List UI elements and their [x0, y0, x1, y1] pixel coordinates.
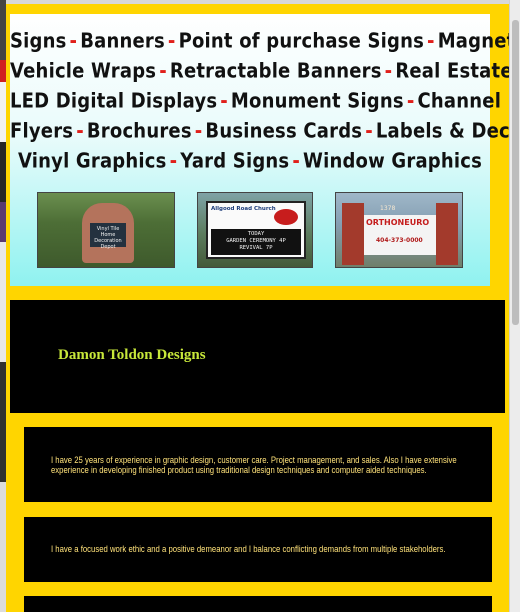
- service-item: Retractable Banners: [169, 59, 382, 84]
- service-item: Point of purchase Signs: [178, 29, 425, 54]
- separator-dash: -: [167, 29, 176, 54]
- service-item: Signs: [10, 29, 67, 54]
- separator-dash: -: [76, 119, 84, 144]
- services-line: Flyers - Brochures - Business Cards - Labels &…: [10, 119, 509, 144]
- monument-sign-photo: Vinyl Tile Home Decoration Depot: [37, 192, 175, 268]
- separator-dash: -: [159, 59, 167, 84]
- vertical-scrollbar[interactable]: [509, 0, 520, 612]
- service-item: Brochures: [86, 119, 192, 144]
- services-banner: Signs - Banners - Point of purchase Signs - Ma…: [10, 14, 509, 286]
- separator-dash: -: [406, 89, 415, 114]
- orthoneuro-sign-photo: 1378 ORTHONEURO 404-373-0000: [335, 192, 463, 268]
- about-box-2: I have a focused work ethic and a positi…: [24, 517, 492, 582]
- church-logo-badge: [274, 209, 298, 225]
- about-paragraph: I have 25 years of experience in graphic…: [51, 455, 457, 475]
- separator-dash: -: [220, 89, 228, 114]
- web-page: Signs - Banners - Point of purchase Signs - Ma…: [6, 0, 509, 612]
- church-sign-board: Allgood Road Church TODAY GARDEN CEREMON…: [206, 201, 306, 259]
- service-item: Business Cards: [205, 119, 363, 144]
- services-line: LED Digital Displays - Monument Signs - Chan…: [10, 89, 509, 114]
- about-box-3: [24, 596, 492, 612]
- service-item: Banners: [80, 29, 165, 54]
- services-line: Signs - Banners - Point of purchase Signs - Ma…: [10, 29, 509, 54]
- separator-dash: -: [427, 29, 435, 54]
- site-title: Damon Toldon Designs: [58, 347, 206, 363]
- top-strip: [6, 0, 509, 4]
- service-item: Flyers: [10, 119, 74, 144]
- services-line: Vehicle Wraps - Retractable Banners - Real E…: [10, 59, 509, 84]
- about-paragraph: I have a focused work ethic and a positi…: [51, 544, 446, 554]
- service-item: Window Graphics: [303, 149, 483, 174]
- service-item: Yard Signs: [180, 149, 290, 174]
- service-item: Magnetics: [437, 29, 509, 54]
- separator-dash: -: [169, 149, 178, 174]
- service-item: Channel Letters: [417, 89, 510, 114]
- scrollbar-thumb[interactable]: [512, 20, 519, 325]
- separator-dash: -: [69, 29, 78, 54]
- separator-dash: -: [194, 119, 203, 144]
- service-item: Monument Signs: [230, 89, 404, 114]
- service-item: Real Estate Signs: [395, 59, 509, 84]
- services-line: Vinyl Graphics - Yard Signs - Window Graphic…: [10, 150, 490, 174]
- separator-dash: -: [292, 149, 301, 174]
- led-display: TODAY GARDEN CEREMONY 4P REVIVAL 7P: [211, 229, 301, 255]
- service-item: Labels & Decals: [375, 119, 509, 144]
- separator-dash: -: [384, 59, 393, 84]
- about-box-1: I have 25 years of experience in graphic…: [24, 427, 492, 502]
- separator-dash: -: [365, 119, 373, 144]
- led-church-sign-photo: Allgood Road Church TODAY GARDEN CEREMON…: [197, 192, 313, 268]
- service-item: Vehicle Wraps: [10, 59, 157, 84]
- site-title-box: Damon Toldon Designs: [10, 300, 505, 413]
- service-item: LED Digital Displays: [10, 89, 218, 114]
- service-item: Vinyl Graphics: [17, 149, 167, 174]
